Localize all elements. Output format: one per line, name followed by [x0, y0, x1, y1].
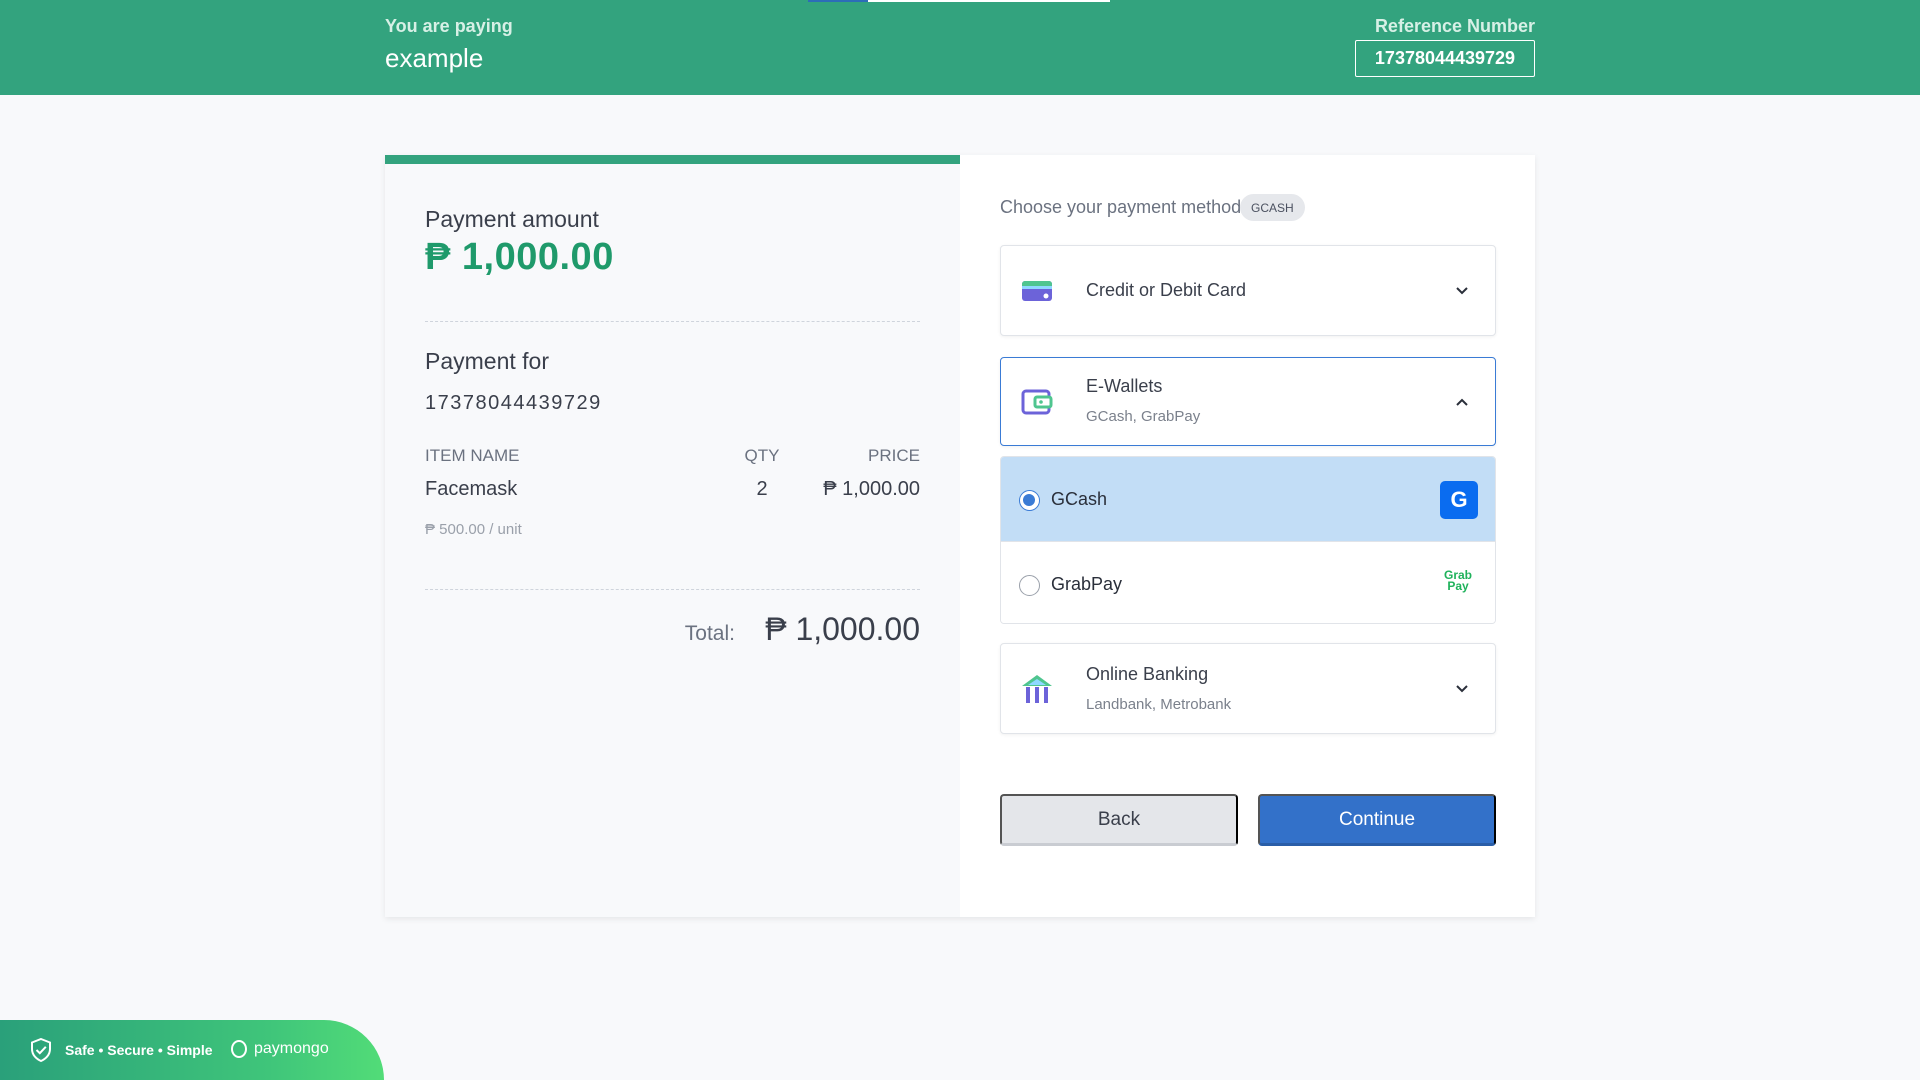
method-title: Online Banking: [1086, 664, 1209, 684]
chevron-up-icon[interactable]: [1454, 394, 1470, 410]
item-price: ₱ 1,000.00: [823, 478, 920, 500]
header-progress-track: [868, 0, 1110, 2]
selected-method-badge: GCASH: [1240, 194, 1305, 221]
divider: [425, 589, 920, 590]
method-e-wallets[interactable]: E-Wallets GCash, GrabPay: [1000, 357, 1496, 446]
gcash-logo-icon: G: [1440, 481, 1478, 519]
back-button[interactable]: Back: [1000, 794, 1238, 846]
continue-button[interactable]: Continue: [1258, 794, 1496, 846]
reference-label: Reference Number: [1374, 16, 1535, 36]
wallet-icon: [1021, 389, 1053, 415]
total-value: ₱ 1,000.00: [765, 611, 920, 647]
total-label: Total:: [684, 622, 735, 645]
paymongo-brand: paymongo: [254, 1040, 329, 1057]
wallet-option-gcash[interactable]: GCash G: [1001, 457, 1495, 541]
column-header-price: PRICE: [868, 446, 920, 465]
column-header-item: ITEM NAME: [425, 446, 520, 465]
choose-method-label: Choose your payment method: [1000, 197, 1242, 217]
grabpay-logo-line: Pay: [1447, 579, 1469, 593]
merchant-name: example: [385, 43, 484, 73]
header-bar: You are paying example Reference Number …: [0, 0, 1920, 95]
security-tagline: Safe • Secure • Simple: [65, 1042, 213, 1058]
wallet-option-label: GCash: [1051, 489, 1108, 509]
wallet-option-grabpay[interactable]: GrabPay Grab Pay: [1001, 541, 1495, 623]
payment-amount-value: ₱ 1,000.00: [425, 236, 614, 278]
item-unit-price: ₱ 500.00 / unit: [425, 521, 522, 538]
chevron-down-icon[interactable]: [1454, 283, 1470, 299]
method-subtitle: Landbank, Metrobank: [1086, 696, 1232, 713]
method-subtitle: GCash, GrabPay: [1086, 408, 1201, 425]
column-header-qty: QTY: [744, 446, 780, 465]
order-summary-panel: Payment amount ₱ 1,000.00 Payment for 17…: [385, 155, 960, 917]
payment-methods-panel: Choose your payment method GCASH Credit …: [960, 155, 1535, 917]
radio-gcash[interactable]: [1019, 490, 1040, 511]
method-title: E-Wallets: [1086, 376, 1163, 396]
security-badge: Safe • Secure • Simple paymongo: [0, 1020, 384, 1080]
reference-number: 17378044439729: [1355, 40, 1535, 77]
paymongo-logo-icon: [231, 1040, 247, 1058]
payment-for-label: Payment for: [425, 348, 549, 374]
checkout-card: Payment amount ₱ 1,000.00 Payment for 17…: [385, 155, 1535, 917]
method-online-banking[interactable]: Online Banking Landbank, Metrobank: [1000, 643, 1496, 734]
chevron-down-icon[interactable]: [1454, 681, 1470, 697]
shield-check-icon: [31, 1038, 51, 1062]
payment-for-value: 17378044439729: [425, 392, 602, 414]
payment-amount-label: Payment amount: [425, 206, 599, 232]
credit-card-icon: [1022, 281, 1052, 301]
method-credit-debit-card[interactable]: Credit or Debit Card: [1000, 245, 1496, 336]
paying-label: You are paying: [385, 16, 513, 36]
item-name: Facemask: [425, 478, 518, 500]
grabpay-logo-icon: Grab Pay: [1441, 569, 1475, 593]
wallet-options-list: GCash G GrabPay Grab Pay: [1000, 456, 1496, 624]
bank-icon: [1022, 675, 1052, 703]
item-qty: 2: [756, 478, 768, 500]
method-title: Credit or Debit Card: [1086, 280, 1247, 300]
wallet-option-label: GrabPay: [1051, 574, 1123, 594]
divider: [425, 321, 920, 322]
header-progress-segment: [808, 0, 868, 2]
radio-grabpay[interactable]: [1019, 575, 1040, 596]
